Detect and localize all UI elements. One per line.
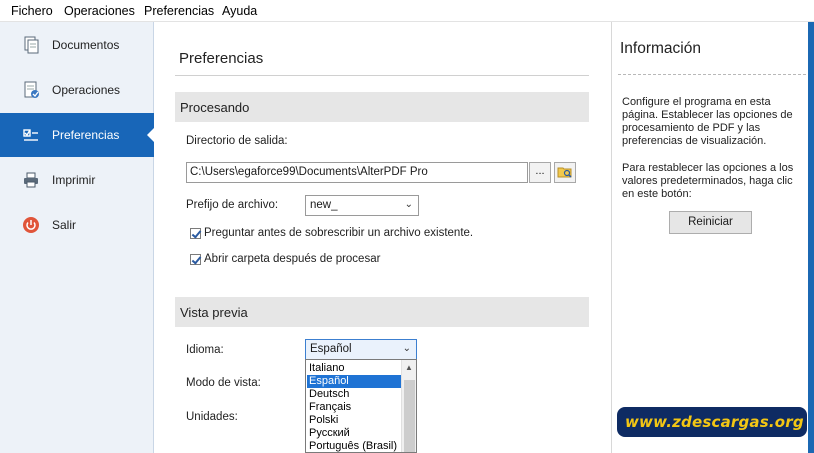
menu-preferencias[interactable]: Preferencias	[144, 4, 214, 18]
prefix-combo[interactable]: new_ ⌄	[305, 195, 419, 216]
sidebar-item-label: Salir	[52, 218, 77, 232]
dropdown-scrollbar[interactable]: ▲	[401, 360, 416, 452]
prefix-value: new_	[310, 199, 338, 211]
language-option[interactable]: Polski	[307, 414, 401, 427]
view-mode-label: Modo de vista:	[186, 377, 261, 389]
output-dir-input[interactable]: C:\Users\egaforce99\Documents\AlterPDF P…	[186, 162, 528, 183]
sidebar-item-documentos[interactable]: Documentos	[0, 23, 154, 67]
browse-folder-button[interactable]	[554, 162, 576, 183]
language-value: Español	[310, 343, 352, 355]
preferences-panel: Preferencias Procesando Directorio de sa…	[155, 22, 610, 453]
chevron-down-icon: ⌄	[402, 343, 411, 354]
ask-overwrite-checkbox[interactable]	[190, 228, 201, 239]
sidebar-item-label: Preferencias	[52, 128, 120, 142]
preferences-icon	[22, 126, 40, 144]
open-folder-checkbox[interactable]	[190, 254, 201, 265]
info-panel: Información Configure el programa en est…	[611, 22, 814, 453]
sidebar: Documentos Operaciones Preferencias Impr…	[0, 22, 154, 453]
browse-dots-button[interactable]: ...	[529, 162, 551, 183]
folder-search-icon	[557, 167, 573, 182]
language-option[interactable]: Italiano	[307, 362, 401, 375]
reset-button[interactable]: Reiniciar	[669, 211, 752, 234]
menu-operaciones[interactable]: Operaciones	[64, 4, 135, 18]
operations-icon	[22, 81, 40, 99]
language-option[interactable]: Français	[307, 401, 401, 414]
info-title: Información	[620, 40, 701, 57]
menu-bar: Fichero Operaciones Preferencias Ayuda	[0, 0, 814, 22]
documents-icon	[22, 36, 40, 54]
printer-icon	[22, 171, 40, 189]
section-title: Vista previa	[180, 305, 248, 320]
chevron-down-icon: ⌄	[404, 199, 413, 210]
active-indicator	[147, 128, 154, 142]
language-label: Idioma:	[186, 344, 224, 356]
language-combo[interactable]: Español ⌄	[305, 339, 417, 360]
title-divider	[175, 75, 589, 76]
sidebar-item-label: Documentos	[52, 38, 120, 52]
info-reset-hint: Para restablecer las opciones a los valo…	[622, 162, 794, 200]
prefix-label: Prefijo de archivo:	[186, 199, 279, 211]
open-folder-label: Abrir carpeta después de procesar	[204, 253, 381, 265]
language-dropdown-list[interactable]: Italiano Español Deutsch Français Polski…	[305, 359, 417, 453]
sidebar-item-label: Imprimir	[52, 173, 96, 187]
section-header-processing: Procesando	[175, 92, 589, 122]
scroll-up-icon[interactable]: ▲	[405, 363, 413, 372]
language-option[interactable]: Português (Brasil)	[307, 440, 401, 452]
sidebar-item-label: Operaciones	[52, 83, 121, 97]
sidebar-item-operaciones[interactable]: Operaciones	[0, 68, 154, 112]
watermark-logo: www.zdescargas.org	[617, 407, 807, 437]
sidebar-item-imprimir[interactable]: Imprimir	[0, 158, 154, 202]
ask-overwrite-label: Preguntar antes de sobrescribir un archi…	[204, 227, 474, 239]
power-icon	[22, 216, 40, 234]
section-header-preview: Vista previa	[175, 297, 589, 327]
info-description: Configure el programa en esta página. Es…	[622, 96, 793, 147]
language-option[interactable]: Русский	[307, 427, 401, 440]
info-divider	[618, 74, 806, 75]
section-title: Procesando	[180, 100, 250, 115]
watermark-text: www.zdescargas.org	[625, 413, 804, 431]
output-dir-label: Directorio de salida:	[186, 135, 288, 147]
window-edge	[808, 22, 814, 453]
units-label: Unidades:	[186, 411, 238, 423]
sidebar-item-salir[interactable]: Salir	[0, 203, 154, 247]
language-option[interactable]: Deutsch	[307, 388, 401, 401]
scrollbar-thumb[interactable]	[404, 380, 415, 452]
menu-ayuda[interactable]: Ayuda	[222, 4, 257, 18]
sidebar-item-preferencias[interactable]: Preferencias	[0, 113, 154, 157]
page-title: Preferencias	[179, 50, 264, 67]
language-option-selected[interactable]: Español	[307, 375, 401, 388]
menu-fichero[interactable]: Fichero	[11, 4, 53, 18]
